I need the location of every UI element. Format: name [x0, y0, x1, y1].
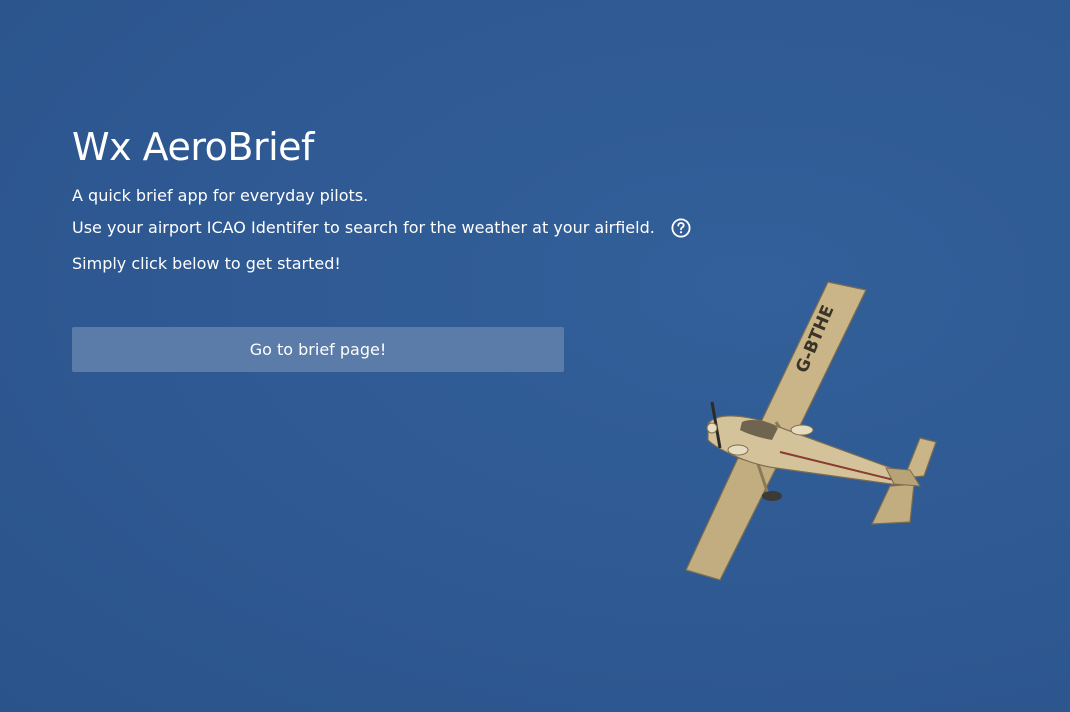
- hero-section: Wx AeroBrief A quick brief app for every…: [72, 120, 712, 274]
- app-title: Wx AeroBrief: [72, 125, 314, 169]
- app-tagline: A quick brief app for everyday pilots.: [72, 186, 369, 205]
- question-circle-icon[interactable]: [671, 218, 691, 238]
- instructions-text: Use your airport ICAO Identifer to searc…: [72, 218, 655, 237]
- airplane-illustration: G-BTHE: [685, 281, 937, 581]
- airplane-image: G-BTHE: [685, 281, 937, 581]
- get-started-text: Simply click below to get started!: [72, 254, 341, 273]
- instructions-row: Use your airport ICAO Identifer to searc…: [72, 218, 712, 238]
- go-to-brief-button[interactable]: Go to brief page!: [72, 327, 564, 372]
